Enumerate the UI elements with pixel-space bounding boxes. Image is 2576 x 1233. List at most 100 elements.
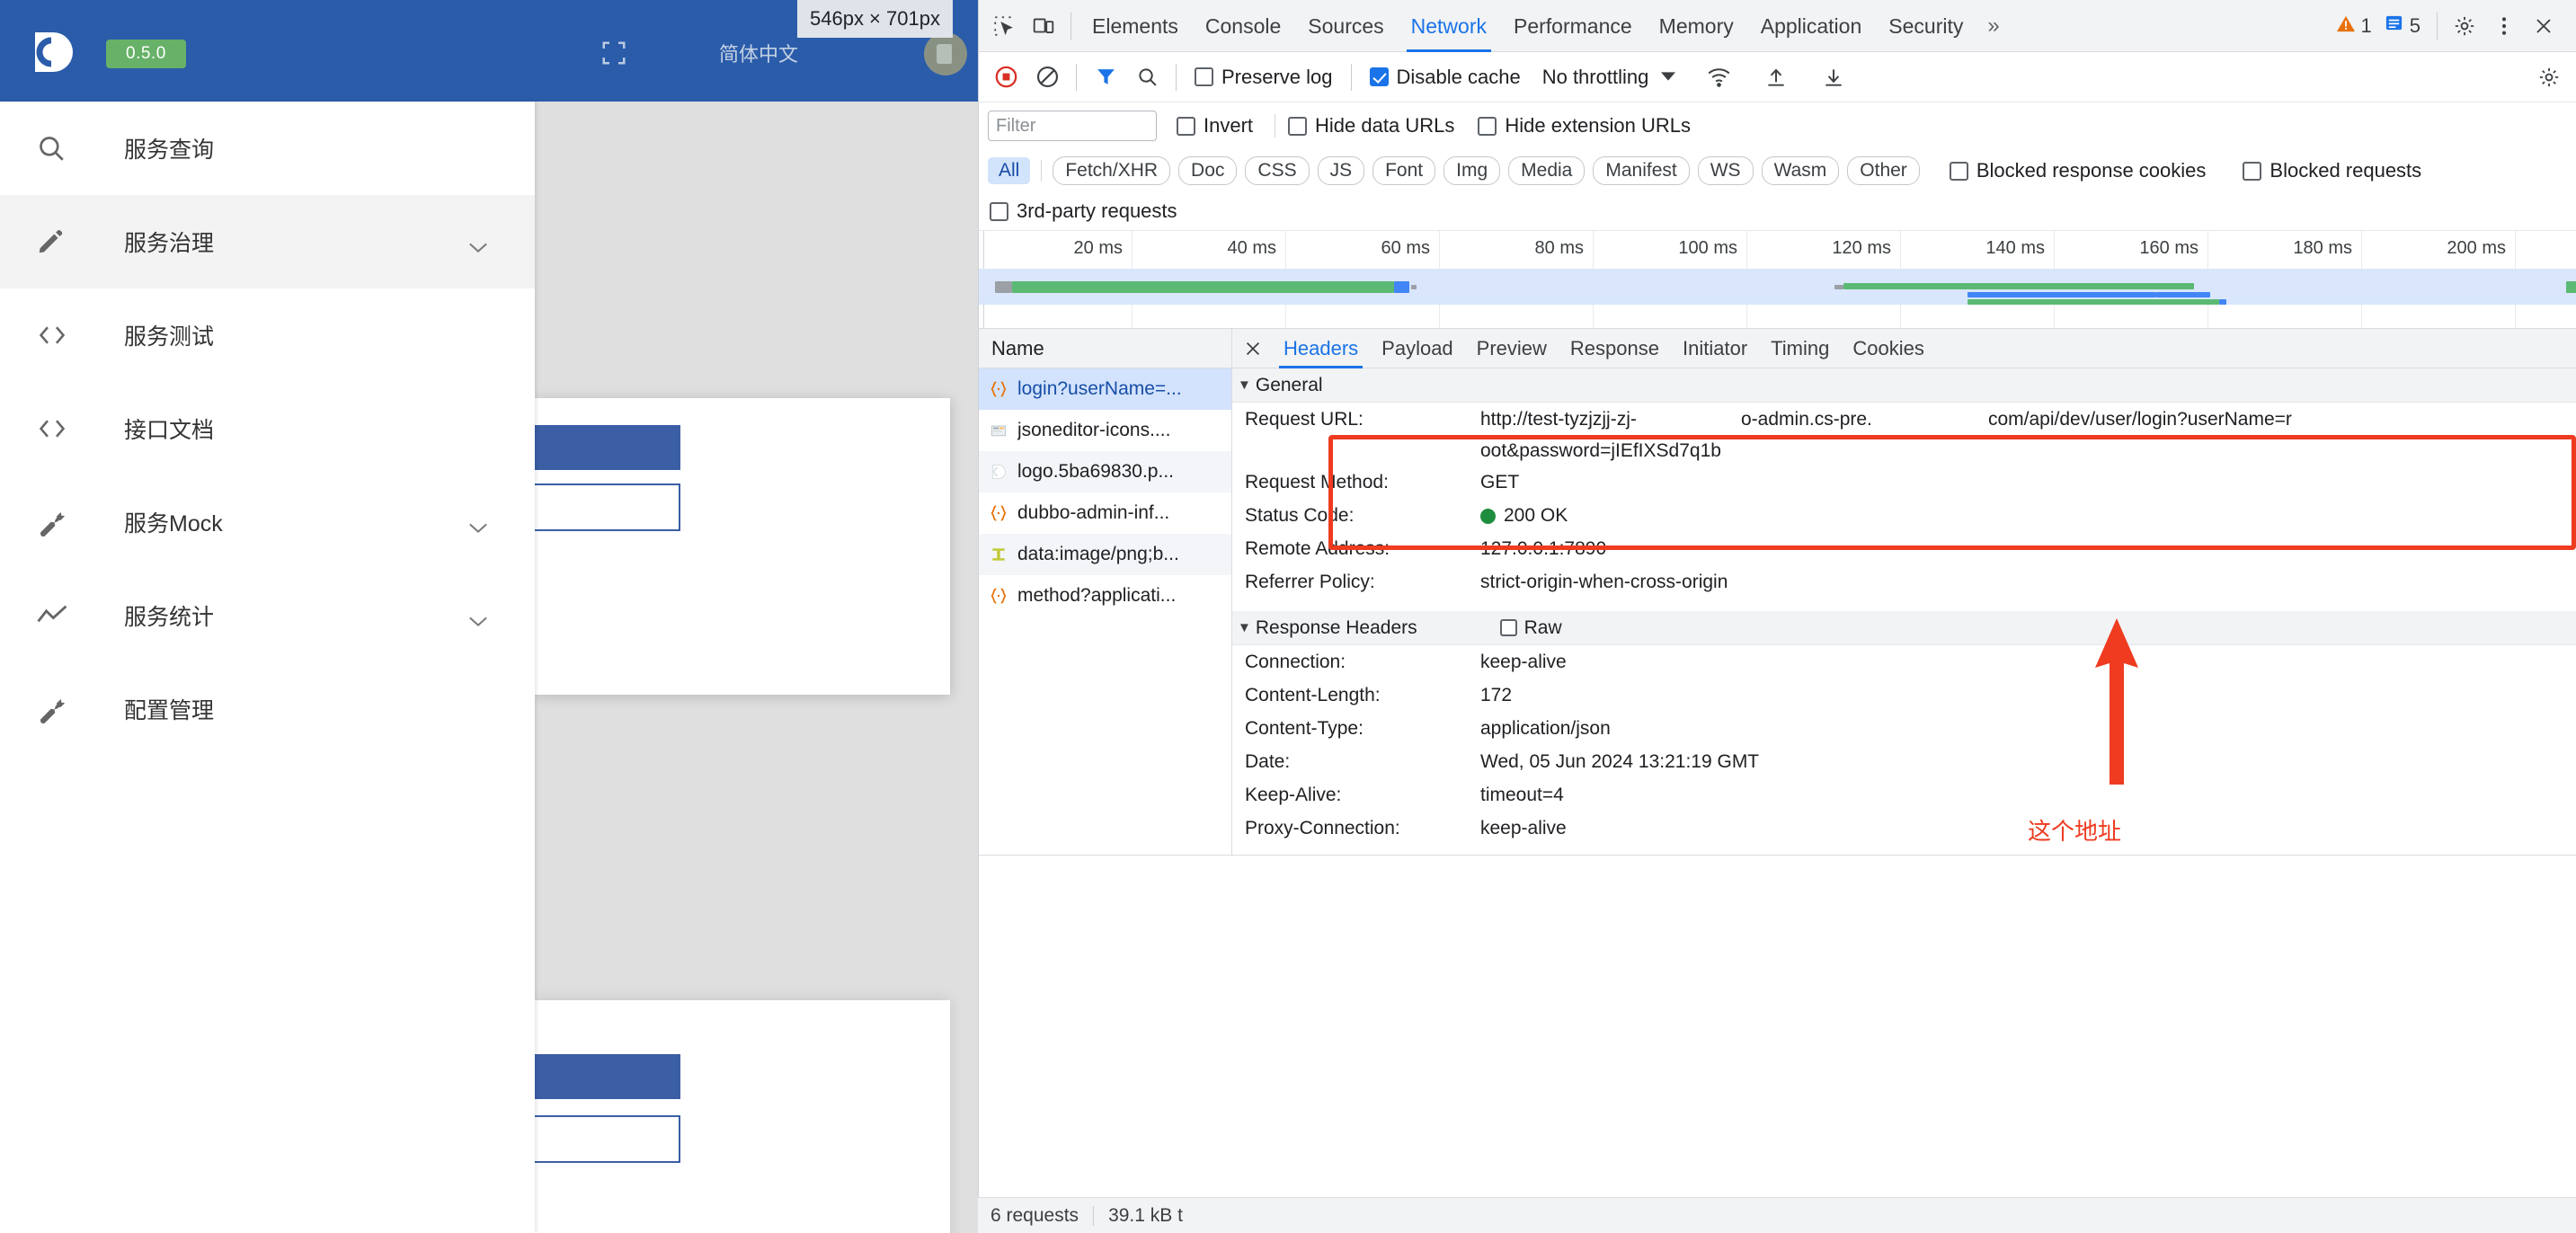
- sidebar-item-label: 接口文档: [124, 418, 215, 443]
- table-row[interactable]: logo.5ba69830.p...: [979, 451, 1231, 492]
- message-counter[interactable]: 5: [2385, 13, 2421, 38]
- sidebar-item-service-stats[interactable]: 服务统计: [0, 569, 535, 662]
- network-toolbar: Preserve log Disable cache No throttling: [979, 52, 2576, 102]
- third-party-row: 3rd-party requests: [979, 192, 2576, 230]
- request-url-line2: oot&password=jIEfIXSd7q1b: [1480, 440, 1721, 461]
- sidebar-item-config-management[interactable]: 配置管理: [0, 662, 535, 756]
- invert-checkbox[interactable]: Invert: [1177, 114, 1253, 137]
- warning-counter[interactable]: 1: [2336, 14, 2372, 38]
- export-arrow-down-icon[interactable]: [1814, 58, 1853, 97]
- response-headers-section-header[interactable]: ▼ Response Headers Raw: [1232, 611, 2576, 645]
- type-filter-wasm[interactable]: Wasm: [1761, 156, 1840, 185]
- record-stop-icon[interactable]: [986, 58, 1026, 97]
- tab-cookies[interactable]: Cookies: [1841, 329, 1935, 368]
- tab-network[interactable]: Network: [1398, 0, 1500, 52]
- sidebar-item-service-mock[interactable]: 服务Mock: [0, 475, 535, 569]
- tab-application[interactable]: Application: [1747, 0, 1876, 52]
- tab-payload[interactable]: Payload: [1370, 329, 1465, 368]
- logo-image-icon: [988, 461, 1009, 483]
- general-section-header[interactable]: ▼ General: [1232, 368, 2576, 403]
- table-row[interactable]: dubbo-admin-inf...: [979, 492, 1231, 534]
- table-row[interactable]: method?applicati...: [979, 575, 1231, 616]
- table-row[interactable]: data:image/png;b...: [979, 534, 1231, 575]
- hide-extension-urls-checkbox[interactable]: Hide extension URLs: [1478, 114, 1691, 137]
- blocked-response-cookies-checkbox[interactable]: Blocked response cookies: [1949, 159, 2207, 182]
- throttling-select[interactable]: No throttling: [1542, 66, 1676, 89]
- overview-tick-label: 40 ms: [1227, 238, 1276, 258]
- device-toolbar-icon[interactable]: [1024, 6, 1063, 46]
- type-filter-manifest[interactable]: Manifest: [1593, 156, 1690, 185]
- tab-response[interactable]: Response: [1559, 329, 1671, 368]
- type-filter-font[interactable]: Font: [1372, 156, 1436, 185]
- inspect-element-icon[interactable]: [984, 6, 1024, 46]
- type-filter-js[interactable]: JS: [1317, 156, 1365, 185]
- import-arrow-up-icon[interactable]: [1756, 58, 1796, 97]
- chevron-down-icon[interactable]: [468, 235, 488, 253]
- tab-elements[interactable]: Elements: [1079, 0, 1192, 52]
- tab-security[interactable]: Security: [1875, 0, 1976, 52]
- overview-bar-segment: [1411, 285, 1417, 289]
- filter-input[interactable]: [988, 111, 1157, 141]
- type-filter-css[interactable]: CSS: [1245, 156, 1310, 185]
- avatar[interactable]: [924, 32, 967, 75]
- type-filter-doc[interactable]: Doc: [1178, 156, 1238, 185]
- json-braces-icon: [988, 378, 1009, 400]
- hide-extension-urls-label: Hide extension URLs: [1505, 114, 1692, 137]
- search-icon[interactable]: [1127, 58, 1167, 97]
- close-icon[interactable]: [2524, 6, 2563, 46]
- tab-timing[interactable]: Timing: [1759, 329, 1841, 368]
- type-filter-ws[interactable]: WS: [1697, 156, 1754, 185]
- gear-icon[interactable]: [2445, 6, 2484, 46]
- png-data-icon: [988, 544, 1009, 565]
- sidebar-item-service-governance[interactable]: 服务治理: [0, 195, 535, 288]
- preserve-log-label: Preserve log: [1221, 65, 1333, 88]
- fullscreen-icon[interactable]: [600, 40, 627, 67]
- tab-console[interactable]: Console: [1192, 0, 1294, 52]
- tab-headers[interactable]: Headers: [1272, 329, 1370, 368]
- overview-bar-segment: [1394, 281, 1409, 293]
- sidebar-item-api-docs[interactable]: 接口文档: [0, 382, 535, 475]
- tab-performance[interactable]: Performance: [1500, 0, 1646, 52]
- type-filter-other[interactable]: Other: [1847, 156, 1920, 185]
- hide-data-urls-checkbox[interactable]: Hide data URLs: [1288, 114, 1454, 137]
- header-value: timeout=4: [1480, 785, 1564, 805]
- blocked-response-cookies-label: Blocked response cookies: [1976, 159, 2207, 182]
- response-raw-checkbox[interactable]: Raw: [1499, 617, 1562, 639]
- request-list: Name login?userName=... jsoneditor-icons…: [979, 329, 1232, 855]
- overview-bar-segment: [2566, 281, 2576, 293]
- tab-preview[interactable]: Preview: [1465, 329, 1559, 368]
- type-filter-all[interactable]: All: [988, 157, 1031, 184]
- close-icon[interactable]: [1238, 333, 1268, 364]
- app-header: 0.5.0 简体中文 546px × 701px: [0, 0, 978, 102]
- request-list-column-header[interactable]: Name: [979, 329, 1231, 368]
- table-row[interactable]: jsoneditor-icons....: [979, 410, 1231, 451]
- preserve-log-checkbox[interactable]: Preserve log: [1195, 66, 1333, 89]
- network-settings-gear-icon[interactable]: [2529, 58, 2569, 97]
- network-overview-timeline[interactable]: 20 ms 40 ms 60 ms 80 ms 100 ms 120 ms 14…: [979, 230, 2576, 329]
- type-filter-fetch-xhr[interactable]: Fetch/XHR: [1053, 156, 1171, 185]
- tab-initiator[interactable]: Initiator: [1671, 329, 1759, 368]
- sidebar-item-service-test[interactable]: 服务测试: [0, 288, 535, 382]
- chevron-down-icon[interactable]: [468, 608, 488, 627]
- wifi-icon[interactable]: [1699, 58, 1738, 97]
- chevron-double-right-icon[interactable]: »: [1976, 13, 2010, 39]
- more-vertical-icon[interactable]: [2484, 6, 2524, 46]
- general-section-title: General: [1255, 374, 1323, 395]
- sidebar-nav: 服务查询 服务治理 服务测试 接口文档 服务Mock 服务统计 配置管理: [0, 102, 535, 1233]
- clear-no-entry-icon[interactable]: [1027, 58, 1067, 97]
- type-filter-img[interactable]: Img: [1443, 156, 1501, 185]
- sidebar-item-label: 服务统计: [124, 605, 215, 630]
- sidebar-item-service-query[interactable]: 服务查询: [0, 102, 535, 195]
- table-row[interactable]: login?userName=...: [979, 368, 1231, 410]
- request-url-value[interactable]: http://test-tyzjzjj-zj- o-admin.cs-pre. …: [1480, 404, 2292, 434]
- type-filter-media[interactable]: Media: [1508, 156, 1586, 185]
- language-switcher[interactable]: 简体中文: [719, 39, 798, 67]
- blocked-requests-checkbox[interactable]: Blocked requests: [2243, 159, 2421, 182]
- chevron-down-icon[interactable]: [468, 515, 488, 534]
- third-party-requests-checkbox[interactable]: 3rd-party requests: [990, 200, 1177, 223]
- tab-sources[interactable]: Sources: [1294, 0, 1397, 52]
- dubbo-logo-icon: [30, 29, 76, 75]
- disable-cache-checkbox[interactable]: Disable cache: [1369, 66, 1521, 89]
- tab-memory[interactable]: Memory: [1646, 0, 1747, 52]
- funnel-icon[interactable]: [1086, 58, 1125, 97]
